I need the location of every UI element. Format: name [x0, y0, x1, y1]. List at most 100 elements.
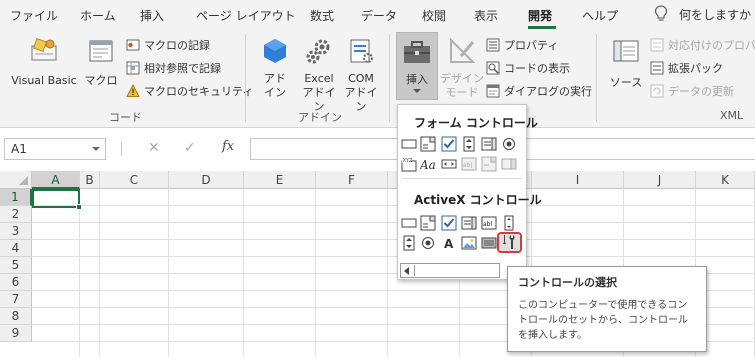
- map-properties-icon: [650, 38, 664, 52]
- column-header-k[interactable]: K: [696, 171, 755, 189]
- form-combo-box-icon[interactable]: [420, 136, 436, 152]
- com-add-ins-button[interactable]: COM アドイン: [340, 36, 382, 114]
- svg-text:..: ..: [514, 245, 517, 250]
- column-header-c[interactable]: C: [100, 171, 169, 189]
- form-scroll-bar-icon[interactable]: [441, 156, 457, 172]
- form-combo-dropdown-edit-icon[interactable]: [501, 156, 517, 172]
- add-ins-label-line2: イン: [264, 86, 286, 99]
- design-mode-button[interactable]: デザイン モード: [440, 36, 484, 100]
- row-header-4[interactable]: 4: [0, 240, 32, 257]
- column-header-i[interactable]: I: [532, 171, 624, 189]
- row-header-3[interactable]: 3: [0, 223, 32, 240]
- form-check-box-icon[interactable]: [441, 136, 457, 152]
- tab-formulas[interactable]: 数式: [310, 7, 334, 24]
- activex-scroll-bar-icon[interactable]: [501, 215, 517, 231]
- excel-add-ins-button[interactable]: Excel アドイン: [298, 36, 340, 114]
- row-gridline: [32, 239, 755, 240]
- row-header-1[interactable]: 1: [0, 189, 32, 206]
- form-option-button-icon[interactable]: [501, 136, 517, 152]
- activex-command-button-icon[interactable]: [401, 215, 417, 231]
- visual-basic-button[interactable]: Visual Basic: [8, 36, 80, 88]
- tab-developer[interactable]: 開発: [528, 7, 552, 24]
- expansion-packs-button[interactable]: 拡張パック: [650, 59, 723, 77]
- name-box-value: A1: [11, 142, 27, 156]
- more-controls-icon[interactable]: ..: [501, 234, 517, 250]
- select-all-corner[interactable]: [0, 171, 32, 189]
- form-label-icon[interactable]: Aa: [420, 156, 436, 172]
- tab-insert[interactable]: 挿入: [140, 7, 164, 24]
- activex-toggle-button-icon[interactable]: [481, 235, 497, 251]
- xml-source-button[interactable]: ソース: [606, 36, 646, 90]
- column-header-d[interactable]: D: [169, 171, 244, 189]
- column-header-j[interactable]: J: [624, 171, 696, 189]
- add-ins-button[interactable]: アド イン: [258, 36, 292, 100]
- tab-review[interactable]: 校閲: [422, 7, 446, 24]
- properties-button[interactable]: プロパティ: [486, 36, 558, 54]
- name-box[interactable]: A1: [4, 138, 106, 160]
- form-text-field-icon[interactable]: ab|: [461, 156, 477, 172]
- view-code-button[interactable]: コードの表示: [486, 59, 570, 77]
- activex-combo-box-icon[interactable]: [420, 215, 436, 231]
- run-dialog-button[interactable]: ダイアログの実行: [486, 82, 592, 100]
- relative-references-button[interactable]: 相対参照で記録: [126, 59, 221, 77]
- column-header-e[interactable]: E: [244, 171, 316, 189]
- tab-home[interactable]: ホーム: [80, 7, 116, 24]
- macro-security-button[interactable]: マクロのセキュリティ: [126, 82, 253, 100]
- activex-label-icon[interactable]: A: [441, 235, 457, 251]
- column-header-f[interactable]: F: [316, 171, 388, 189]
- row-header-6[interactable]: 6: [0, 274, 32, 291]
- form-button-control-icon[interactable]: [401, 136, 417, 152]
- macros-button[interactable]: マクロ: [84, 36, 118, 88]
- active-cell-a1[interactable]: [32, 189, 80, 208]
- run-dialog-label: ダイアログの実行: [504, 85, 592, 98]
- insert-function-icon[interactable]: fx: [222, 139, 234, 154]
- map-properties-button[interactable]: 対応付けのプロパ: [650, 36, 755, 54]
- formula-bar-divider: [121, 142, 122, 156]
- activex-spin-button-icon[interactable]: [401, 235, 417, 251]
- com-add-ins-icon: [350, 39, 373, 63]
- activex-check-box-icon[interactable]: [441, 215, 457, 231]
- activex-list-box-icon[interactable]: [461, 215, 477, 231]
- svg-text:ab|: ab|: [463, 162, 473, 169]
- tab-page-layout[interactable]: ページ レイアウト: [196, 7, 296, 24]
- column-header-a[interactable]: A: [32, 171, 80, 189]
- svg-text:XYZ: XYZ: [403, 158, 413, 164]
- run-dialog-icon: [486, 84, 500, 98]
- form-list-box-icon[interactable]: [481, 136, 497, 152]
- enter-check-icon[interactable]: ✓: [184, 140, 196, 156]
- tab-help[interactable]: ヘルプ: [582, 7, 618, 24]
- activex-scroll-bar-preview: [400, 263, 500, 278]
- activex-option-button-icon[interactable]: [420, 235, 436, 251]
- insert-controls-button[interactable]: 挿入: [396, 32, 438, 100]
- xml-source-icon: [613, 40, 639, 62]
- tell-me-search[interactable]: 何をしますか: [679, 6, 751, 23]
- activex-text-box-icon[interactable]: abl: [481, 215, 497, 231]
- refresh-data-button[interactable]: データの更新: [650, 82, 734, 100]
- row-header-2[interactable]: 2: [0, 206, 32, 223]
- ribbon-tabs-bar: ファイル ホーム 挿入 ページ レイアウト 数式 データ 校閲 表示 開発 ヘル…: [0, 0, 755, 30]
- row-header-5[interactable]: 5: [0, 257, 32, 274]
- toolbox-icon: [404, 41, 430, 63]
- design-mode-label-line2: モード: [445, 86, 479, 99]
- tab-data[interactable]: データ: [361, 7, 397, 24]
- tab-view[interactable]: 表示: [474, 7, 498, 24]
- chevron-down-icon[interactable]: [92, 147, 100, 151]
- row-header-9[interactable]: 9: [0, 325, 32, 342]
- form-group-box-icon[interactable]: XYZ: [401, 156, 417, 172]
- activex-image-icon[interactable]: [461, 235, 477, 251]
- form-spin-button-icon[interactable]: [461, 136, 477, 152]
- group-label-code: コード: [109, 111, 142, 124]
- macros-label: マクロ: [84, 74, 118, 87]
- xml-source-label: ソース: [609, 76, 643, 89]
- tab-file[interactable]: ファイル: [10, 7, 58, 24]
- cancel-icon[interactable]: ✕: [148, 140, 160, 156]
- column-header-b[interactable]: B: [80, 171, 100, 189]
- fill-handle[interactable]: [76, 204, 82, 210]
- row-header-7[interactable]: 7: [0, 291, 32, 308]
- expansion-packs-icon: [650, 61, 664, 75]
- row-header-8[interactable]: 8: [0, 308, 32, 325]
- record-macro-button[interactable]: マクロの記録: [126, 36, 210, 54]
- form-combo-list-edit-icon[interactable]: [481, 156, 497, 172]
- group-separator: [596, 34, 597, 122]
- view-code-label: コードの表示: [504, 62, 570, 75]
